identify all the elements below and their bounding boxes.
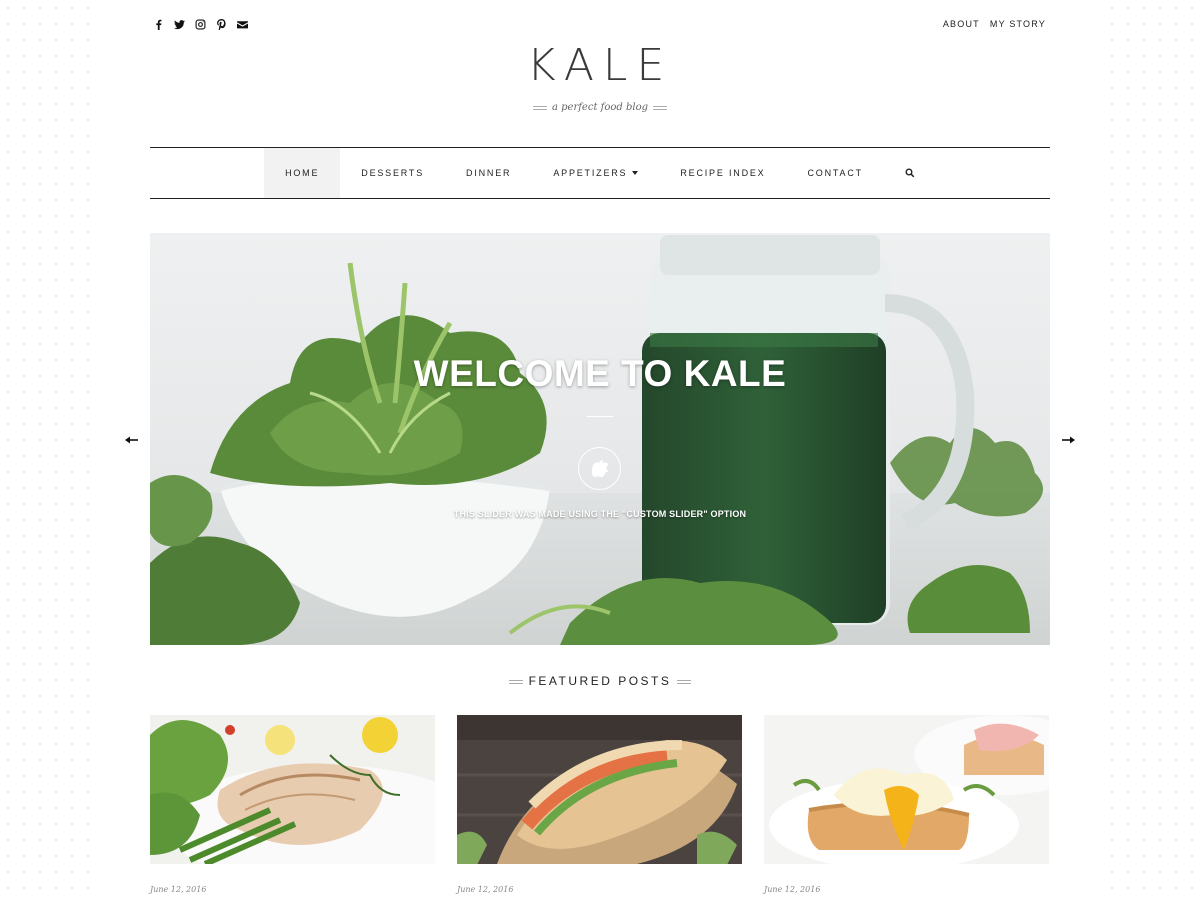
- social-links: [152, 18, 249, 31]
- nav-item-contact[interactable]: CONTACT: [786, 148, 883, 198]
- top-links: ABOUT MY STORY: [943, 19, 1046, 29]
- main-navigation: HOME DESSERTS DINNER APPETIZERS RECIPE I…: [150, 147, 1050, 199]
- tagline-right-divider: [653, 105, 667, 110]
- slide-title: WELCOME TO KALE: [413, 353, 787, 394]
- featured-post-card: June 12, 2016: [457, 715, 742, 894]
- nav-home-label: HOME: [285, 168, 320, 178]
- facebook-icon[interactable]: [152, 18, 165, 31]
- post-date: June 12, 2016: [150, 885, 207, 894]
- post-date: June 12, 2016: [764, 885, 821, 894]
- post-date: June 12, 2016: [457, 885, 514, 894]
- chevron-down-icon: [632, 171, 639, 175]
- eggs-toast-image: [764, 715, 1049, 864]
- nav-item-desserts[interactable]: DESSERTS: [340, 148, 445, 198]
- slider-next-button[interactable]: [1060, 433, 1076, 447]
- featured-post-thumbnail[interactable]: [150, 715, 435, 864]
- email-icon[interactable]: [236, 18, 249, 31]
- hero-slider[interactable]: WELCOME TO KALE THIS SLIDER WAS MADE USI…: [150, 233, 1050, 645]
- twitter-icon[interactable]: [173, 18, 186, 31]
- nav-contact-label: CONTACT: [807, 168, 863, 178]
- site-logo-text: KALE: [526, 40, 674, 91]
- nav-appetizers-label: APPETIZERS: [553, 168, 628, 178]
- featured-left-divider: [508, 679, 523, 684]
- arrow-left-icon: [125, 436, 138, 444]
- nav-item-appetizers[interactable]: APPETIZERS: [532, 148, 659, 198]
- tagline-text: a perfect food blog: [551, 102, 648, 113]
- site-tagline: a perfect food blog: [94, 102, 1106, 113]
- nav-item-dinner[interactable]: DINNER: [445, 148, 532, 198]
- search-icon: [905, 168, 915, 178]
- site-logo[interactable]: KALE: [94, 40, 1106, 91]
- slider-prev-button[interactable]: [124, 433, 140, 447]
- nav-item-home[interactable]: HOME: [264, 148, 341, 198]
- arrow-right-icon: [1062, 436, 1075, 444]
- fish-dish-image: [150, 715, 435, 864]
- nav-recipe-index-label: RECIPE INDEX: [680, 168, 766, 178]
- featured-right-divider: [677, 679, 692, 684]
- featured-post-thumbnail[interactable]: [457, 715, 742, 864]
- page-container: ABOUT MY STORY KALE a perfect food blog …: [94, 0, 1106, 900]
- slide-subtitle: THIS SLIDER WAS MADE USING THE "CUSTOM S…: [453, 509, 747, 519]
- about-link[interactable]: ABOUT: [943, 19, 980, 29]
- featured-post-card: June 12, 2016: [764, 715, 1049, 894]
- nav-item-recipe-index[interactable]: RECIPE INDEX: [659, 148, 786, 198]
- featured-post-card: June 12, 2016: [150, 715, 435, 894]
- tagline-left-divider: [532, 105, 547, 110]
- instagram-icon[interactable]: [194, 18, 207, 31]
- hero-image: [150, 235, 1050, 645]
- nav-search-button[interactable]: [884, 148, 936, 198]
- apple-icon: [591, 459, 608, 477]
- pinterest-icon[interactable]: [215, 18, 228, 31]
- sandwich-image: [457, 715, 742, 864]
- my-story-link[interactable]: MY STORY: [990, 19, 1046, 29]
- slide-icon-badge: [578, 447, 621, 490]
- featured-posts-heading: FEATURED POSTS: [94, 674, 1106, 688]
- slide-divider: [587, 416, 613, 417]
- featured-post-thumbnail[interactable]: [764, 715, 1049, 864]
- featured-heading-text: FEATURED POSTS: [528, 674, 672, 688]
- nav-desserts-label: DESSERTS: [361, 168, 425, 178]
- nav-dinner-label: DINNER: [466, 168, 512, 178]
